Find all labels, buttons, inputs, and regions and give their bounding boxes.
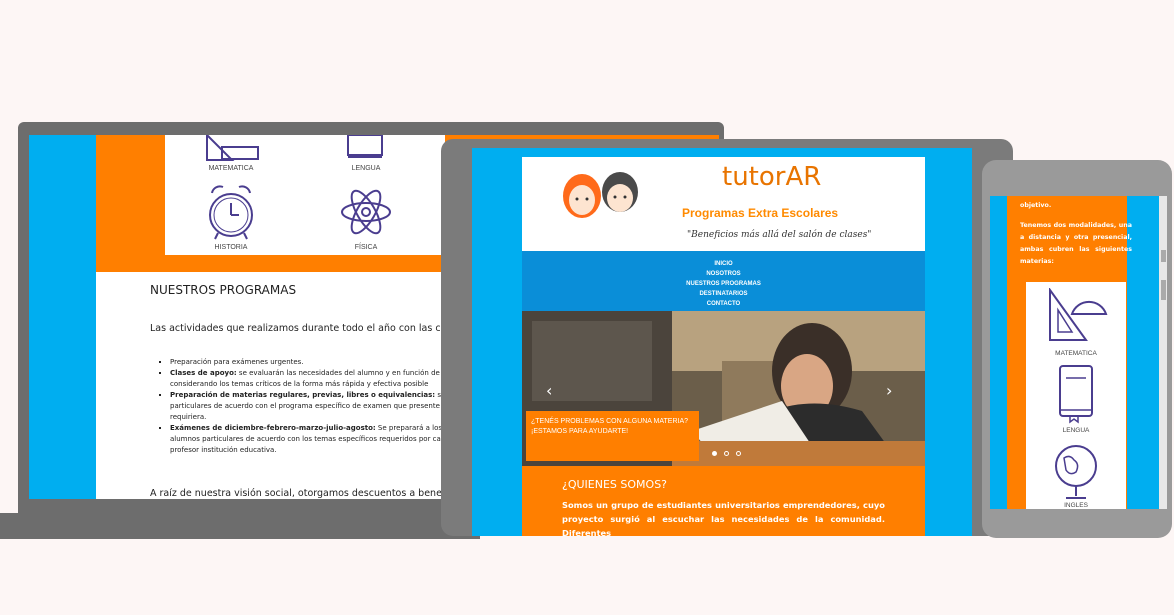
- hero-carousel: ‹ › ¿TENÉS PROBLEMAS CON ALGUNA MATERIA?…: [522, 311, 925, 466]
- list-item: Preparación para exámenes urgentes.: [170, 357, 470, 368]
- phone-text-body: Tenemos dos modalidades, una a distancia…: [1020, 222, 1132, 265]
- clock-icon: [209, 185, 253, 240]
- carousel-prev-icon[interactable]: ‹: [546, 381, 552, 400]
- icon-label-historia: HISTORIA: [214, 244, 248, 251]
- about-title: ¿QUIENES SOMOS?: [562, 478, 668, 491]
- avatars-logo: [563, 172, 638, 218]
- programs-list: Preparación para exámenes urgentes. Clas…: [170, 357, 470, 456]
- list-item: Exámenes de diciembre-febrero-marzo-juli…: [170, 423, 470, 456]
- nav-destinatarios[interactable]: DESTINATARIOS: [522, 289, 925, 299]
- book-icon: [1059, 365, 1093, 424]
- nav-nosotros[interactable]: NOSOTROS: [522, 269, 925, 279]
- book-icon: [347, 135, 383, 158]
- phone-screen: objetivo. Tenemos dos modalidades, una a…: [990, 196, 1159, 509]
- phone-icon-label-lengua: LENGUA: [1062, 427, 1090, 434]
- math-icon: [206, 135, 259, 161]
- brand-subtitle: Programas Extra Escolares: [682, 206, 839, 220]
- hero-caption: ¿TENÉS PROBLEMAS CON ALGUNA MATERIA? ¡ES…: [526, 411, 699, 461]
- icon-label-math: MATEMATICA: [208, 165, 254, 172]
- phone-icon-label-ingles: INGLES: [1064, 502, 1088, 509]
- brand-title: tutorAR: [722, 162, 822, 192]
- main-nav: INICIO NOSOTROS NUESTROS PROGRAMAS DESTI…: [522, 251, 925, 311]
- hero-caption-line2: ¡ESTAMOS PARA AYUDARTE!: [531, 428, 629, 435]
- carousel-indicators[interactable]: [712, 441, 742, 460]
- phone-text-top: objetivo.: [1020, 202, 1052, 209]
- math-icon: [1049, 288, 1108, 341]
- carousel-next-icon[interactable]: ›: [886, 381, 892, 400]
- laptop-base: [0, 513, 480, 539]
- atom-icon: [341, 189, 391, 235]
- icon-label-lengua: LENGUA: [351, 165, 381, 172]
- left-blue-column: [29, 135, 96, 499]
- nav-programas[interactable]: NUESTROS PROGRAMAS: [522, 279, 925, 289]
- section-title: NUESTROS PROGRAMAS: [150, 283, 297, 297]
- list-item: Clases de apoyo: se evaluarán las necesi…: [170, 368, 470, 390]
- tablet-screen: tutorAR Programas Extra Escolares "Benef…: [472, 148, 972, 536]
- phone-scrollbar-thumb[interactable]: [1161, 250, 1166, 262]
- nav-contacto[interactable]: CONTACTO: [522, 299, 925, 309]
- list-item: Preparación de materias regulares, previ…: [170, 390, 470, 423]
- about-text: Somos un grupo de estudiantes universita…: [562, 500, 885, 536]
- brand-tagline: "Beneficios más allá del salón de clases…: [687, 230, 872, 240]
- icon-label-fisica: FÍSICA: [354, 244, 378, 251]
- phone-icon-label-math: MATEMATICA: [1055, 350, 1097, 357]
- intro-text: Las actividades que realizamos durante t…: [150, 323, 474, 334]
- nav-inicio[interactable]: INICIO: [522, 259, 925, 269]
- phone-scrollbar-thumb-2[interactable]: [1161, 280, 1166, 300]
- footer-text: A raíz de nuestra visión social, otorgam…: [150, 488, 477, 499]
- phone-scrollbar[interactable]: [1159, 196, 1167, 509]
- hero-caption-line1: ¿TENÉS PROBLEMAS CON ALGUNA MATERIA?: [531, 418, 689, 425]
- globe-icon: [1055, 445, 1097, 499]
